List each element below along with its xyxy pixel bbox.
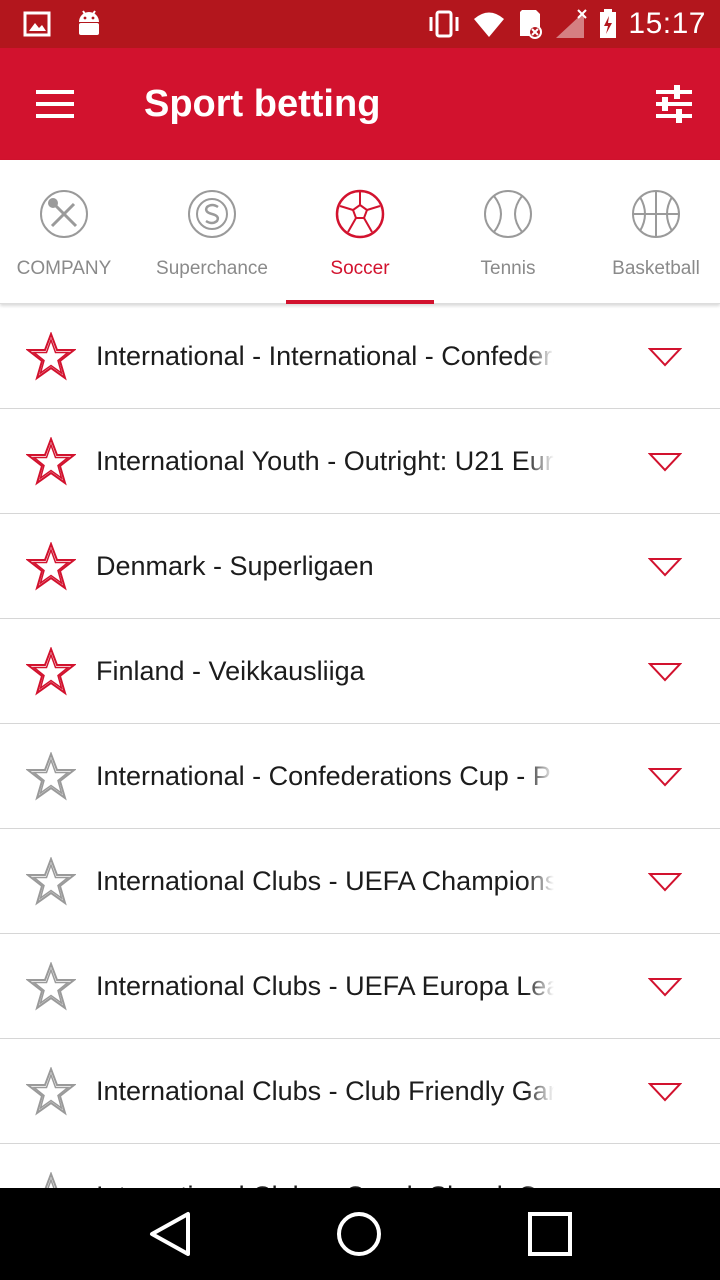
expand-caret-icon[interactable]	[648, 556, 682, 578]
android-icon	[79, 10, 99, 35]
league-name: Finland - Veikkausliiga	[96, 653, 554, 689]
image-icon	[23, 11, 51, 37]
vibrate-icon	[429, 10, 459, 38]
status-bar: 15:17	[0, 0, 720, 48]
tab-superchance[interactable]: Superchance	[138, 160, 286, 304]
expand-caret-icon[interactable]	[648, 1081, 682, 1103]
menu-button[interactable]	[26, 78, 86, 130]
league-row[interactable]: Denmark - Superligaen	[0, 514, 720, 619]
league-row[interactable]: International Clubs - UEFA Europa League	[0, 934, 720, 1039]
page-title: Sport betting	[144, 83, 381, 125]
favorite-star-icon[interactable]	[26, 542, 76, 592]
back-icon	[150, 1212, 190, 1256]
league-row[interactable]: International Clubs - Czech Slovak Cup	[0, 1144, 720, 1188]
star-icon[interactable]	[26, 1172, 76, 1188]
league-name: International Clubs - UEFA Champions	[96, 863, 554, 899]
league-row[interactable]: International Clubs - UEFA Champions	[0, 829, 720, 934]
expand-caret-icon[interactable]	[648, 871, 682, 893]
league-name: International Youth - Outright: U21 Euro	[96, 443, 554, 479]
league-name: International Clubs - Club Friendly Game…	[96, 1073, 554, 1109]
tennis-ball-icon	[484, 190, 532, 238]
expand-caret-icon[interactable]	[648, 346, 682, 368]
tab-company[interactable]: COMPANY	[0, 160, 138, 304]
company-icon	[40, 190, 88, 238]
wifi-icon	[474, 12, 505, 37]
soccer-ball-icon	[335, 189, 385, 239]
league-name: International - International - Confeder…	[96, 338, 554, 374]
expand-caret-icon[interactable]	[648, 451, 682, 473]
sport-tabs: COMPANY Superchance Soccer Tennis Basket…	[0, 160, 720, 304]
battery-icon	[600, 9, 617, 38]
league-row[interactable]: International - International - Confeder…	[0, 304, 720, 409]
league-list[interactable]: International - International - Confeder…	[0, 304, 720, 1188]
league-name: International Clubs - UEFA Europa League	[96, 968, 554, 1004]
recents-button[interactable]	[520, 1204, 580, 1264]
expand-caret-icon[interactable]	[648, 976, 682, 998]
tab-label: Basketball	[612, 258, 700, 279]
star-icon[interactable]	[26, 857, 76, 907]
basketball-icon	[632, 190, 680, 238]
league-name: International - Confederations Cup - P	[96, 758, 554, 794]
league-row[interactable]: International Youth - Outright: U21 Euro	[0, 409, 720, 514]
tab-label: Soccer	[330, 258, 390, 279]
sd-card-icon	[520, 10, 543, 39]
superchance-icon	[188, 190, 236, 238]
league-name: Denmark - Superligaen	[96, 548, 554, 584]
expand-caret-icon[interactable]	[648, 661, 682, 683]
signal-icon	[556, 9, 588, 38]
tab-basketball[interactable]: Basketball	[582, 160, 720, 304]
tab-tennis[interactable]: Tennis	[434, 160, 582, 304]
league-name: International Clubs - Czech Slovak Cup	[96, 1178, 554, 1188]
league-row[interactable]: Finland - Veikkausliiga	[0, 619, 720, 724]
home-button[interactable]	[329, 1204, 389, 1264]
back-button[interactable]	[140, 1204, 200, 1264]
expand-caret-icon[interactable]	[648, 766, 682, 788]
star-icon[interactable]	[26, 752, 76, 802]
filter-sliders-icon	[656, 85, 692, 123]
navigation-bar	[0, 1188, 720, 1280]
favorite-star-icon[interactable]	[26, 647, 76, 697]
star-icon[interactable]	[26, 1067, 76, 1117]
star-icon[interactable]	[26, 962, 76, 1012]
tab-label: Tennis	[480, 258, 536, 279]
recents-icon	[528, 1212, 572, 1256]
favorite-star-icon[interactable]	[26, 332, 76, 382]
filter-button[interactable]	[646, 76, 702, 132]
league-row[interactable]: International Clubs - Club Friendly Game…	[0, 1039, 720, 1144]
tab-label: COMPANY	[16, 258, 112, 279]
home-icon	[337, 1212, 381, 1256]
tab-soccer[interactable]: Soccer	[286, 160, 434, 304]
status-time: 15:17	[628, 7, 706, 40]
app-bar: Sport betting	[0, 48, 720, 160]
tab-label: Superchance	[156, 258, 268, 279]
favorite-star-icon[interactable]	[26, 437, 76, 487]
league-row[interactable]: International - Confederations Cup - P	[0, 724, 720, 829]
